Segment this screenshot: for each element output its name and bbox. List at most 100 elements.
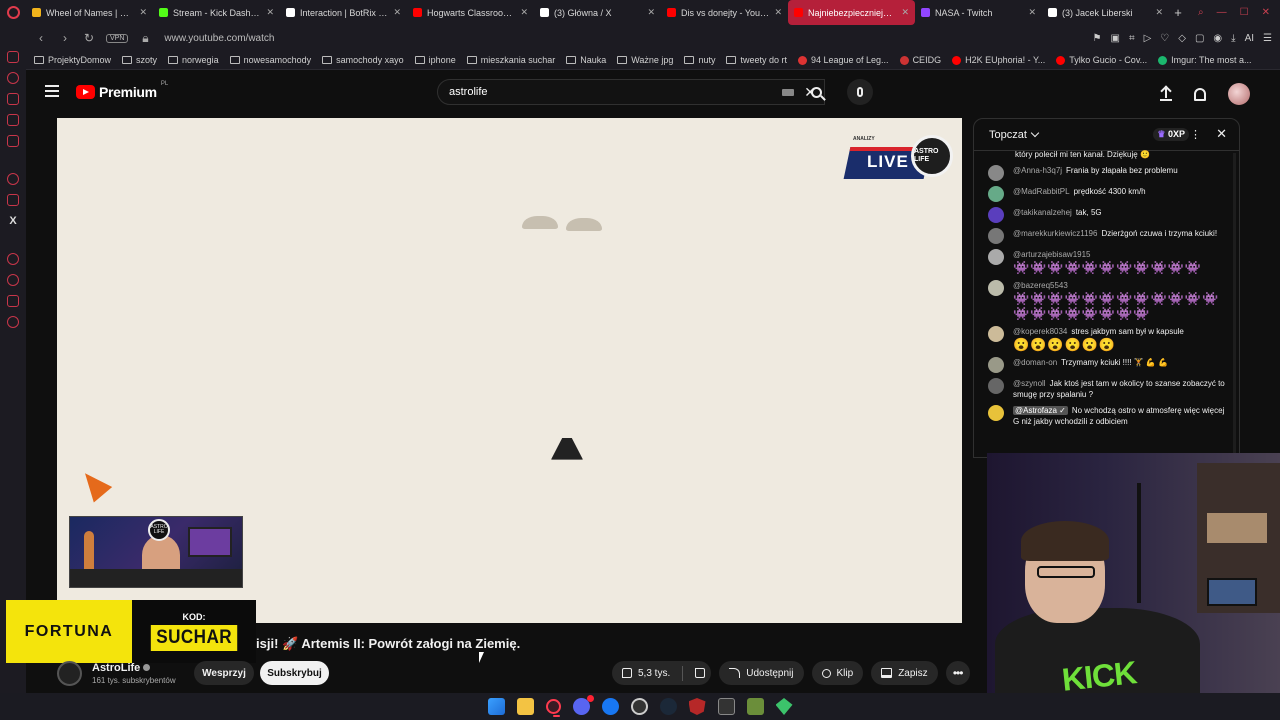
- sidebar-player-icon[interactable]: [7, 135, 19, 147]
- bookmark-item[interactable]: samochody xayo: [322, 55, 404, 65]
- sidebar-x-icon[interactable]: X: [9, 215, 16, 227]
- sidebar-wallet-icon[interactable]: [7, 93, 19, 105]
- easy-setup-icon[interactable]: ☰: [1263, 33, 1272, 44]
- clip-button[interactable]: Klip: [811, 661, 864, 685]
- bookmark-item[interactable]: iphone: [414, 55, 456, 65]
- minimize-button[interactable]: —: [1217, 7, 1227, 18]
- like-icon[interactable]: [622, 668, 632, 678]
- chat-author[interactable]: @szynoll: [1013, 379, 1046, 388]
- search-tabs-icon[interactable]: ⌕: [1198, 7, 1204, 18]
- minecraft-icon[interactable]: [746, 698, 764, 715]
- bookmark-page-icon[interactable]: ⚑: [1093, 33, 1102, 44]
- chat-avatar[interactable]: [988, 357, 1004, 373]
- close-chat-icon[interactable]: ✕: [1216, 126, 1227, 142]
- screenshot-icon[interactable]: ▢: [1195, 33, 1204, 44]
- play-icon[interactable]: ▷: [1144, 33, 1152, 44]
- reload-button[interactable]: ↻: [82, 31, 96, 45]
- support-button[interactable]: Wesprzyj: [194, 661, 254, 685]
- tab-close-icon[interactable]: ✕: [139, 7, 147, 18]
- chat-author[interactable]: @MadRabbitPL: [1013, 187, 1070, 196]
- sidebar-extensions-icon[interactable]: [7, 295, 19, 307]
- chat-mode-select[interactable]: Topczat: [989, 128, 1040, 141]
- browser-tab[interactable]: Wheel of Names | Random Name Picker ✕: [26, 0, 153, 25]
- chat-author[interactable]: @bazereq5543: [1013, 281, 1068, 290]
- opera-menu-icon[interactable]: [0, 0, 26, 25]
- shield-icon[interactable]: [688, 698, 706, 715]
- tab-close-icon[interactable]: ✕: [1155, 7, 1163, 18]
- browser-tab[interactable]: NASA - Twitch ✕: [915, 0, 1042, 25]
- channel-name[interactable]: AstroLife: [92, 662, 151, 674]
- sidebar-twitch-icon[interactable]: [7, 194, 19, 206]
- sidebar-messenger-icon[interactable]: [7, 51, 19, 63]
- menu-icon[interactable]: [45, 85, 59, 97]
- sidebar-history-icon[interactable]: [7, 72, 19, 84]
- tab-close-icon[interactable]: ✕: [774, 7, 782, 18]
- back-button[interactable]: ‹: [34, 31, 48, 45]
- terminal-icon[interactable]: [717, 698, 735, 715]
- bookmark-item[interactable]: 94 League of Leg...: [797, 55, 889, 65]
- bookmark-item[interactable]: mieszkania suchar: [466, 55, 555, 65]
- chat-avatar[interactable]: [988, 405, 1004, 421]
- tab-close-icon[interactable]: ✕: [1028, 7, 1036, 18]
- chat-avatar[interactable]: [988, 207, 1004, 223]
- browser-tab[interactable]: Interaction | BotRix — Cl ✕: [280, 0, 407, 25]
- chat-avatar[interactable]: [988, 280, 1004, 296]
- sidebar-clock-icon[interactable]: [7, 274, 19, 286]
- heart-icon[interactable]: ♡: [1160, 33, 1169, 44]
- gem-icon[interactable]: [775, 698, 793, 715]
- chat-author[interactable]: @takikanalzehej: [1013, 208, 1072, 217]
- chat-author[interactable]: @Astrofaza ✓: [1013, 406, 1068, 415]
- download-icon[interactable]: ⤓: [1231, 33, 1235, 44]
- sidebar-chatgpt-icon[interactable]: [7, 173, 19, 185]
- chat-avatar[interactable]: [988, 228, 1004, 244]
- chat-avatar[interactable]: [988, 165, 1004, 181]
- file-explorer-icon[interactable]: [516, 698, 534, 715]
- forward-button[interactable]: ›: [58, 31, 72, 45]
- more-actions-button[interactable]: •••: [945, 661, 970, 685]
- save-button[interactable]: Zapisz: [871, 661, 938, 685]
- bookmark-item[interactable]: szoty: [122, 55, 157, 65]
- browser-tab[interactable]: Dis vs donejty - YouTube ✕: [661, 0, 788, 25]
- voice-search-button[interactable]: [847, 79, 873, 105]
- tab-close-icon[interactable]: ✕: [520, 7, 528, 18]
- bookmark-item[interactable]: ProjektyDomow: [34, 55, 111, 65]
- facebook-icon[interactable]: [601, 698, 619, 715]
- search-input[interactable]: astrolife ✕: [437, 79, 825, 105]
- close-window-button[interactable]: ✕: [1262, 7, 1270, 18]
- browser-tab[interactable]: Stream - Kick Dashboard ✕: [153, 0, 280, 25]
- sidebar-pinboard-icon[interactable]: [7, 253, 19, 265]
- browser-tab[interactable]: (3) Główna / X ✕: [534, 0, 661, 25]
- account-icon[interactable]: ◉: [1213, 33, 1222, 44]
- bookmark-item[interactable]: nowesamochody: [229, 55, 311, 65]
- account-avatar[interactable]: [1228, 83, 1250, 105]
- bookmark-item[interactable]: H2K EUphoria! - Y...: [952, 55, 1045, 65]
- start-icon[interactable]: [487, 698, 505, 715]
- browser-tab[interactable]: Najniebezpieczniejszy ✕: [788, 0, 915, 25]
- keyboard-icon[interactable]: [782, 88, 795, 96]
- sidebar-settings-icon[interactable]: [7, 316, 19, 328]
- subscribe-button[interactable]: Subskrybuj: [260, 661, 329, 685]
- bookmark-item[interactable]: Imgur: The most a...: [1158, 55, 1252, 65]
- chat-author[interactable]: @arturzajebisaw1915: [1013, 250, 1091, 259]
- sidebar-news-icon[interactable]: [7, 114, 19, 126]
- chat-more-icon[interactable]: ⋮: [1190, 128, 1201, 141]
- discord-icon[interactable]: [572, 695, 594, 715]
- like-count[interactable]: 5,3 tys.: [638, 668, 670, 679]
- browser-tab[interactable]: (3) Jacek Liberski ✕: [1042, 0, 1169, 25]
- search-button[interactable]: [798, 79, 834, 105]
- youtube-logo[interactable]: Premium PL: [76, 81, 168, 100]
- chat-avatar[interactable]: [988, 326, 1004, 342]
- chat-avatar[interactable]: [988, 249, 1004, 265]
- vpn-badge[interactable]: VPN: [106, 33, 129, 43]
- aria-ai-button[interactable]: AI: [1245, 33, 1254, 44]
- upload-icon[interactable]: [1160, 87, 1172, 101]
- opera-gx-icon[interactable]: [545, 699, 561, 717]
- obs-icon[interactable]: [630, 698, 648, 715]
- tab-close-icon[interactable]: ✕: [393, 7, 401, 18]
- xp-badge[interactable]: ♛ 0XP: [1153, 128, 1189, 141]
- bookmark-item[interactable]: Nauka: [566, 55, 606, 65]
- notifications-icon[interactable]: [1194, 87, 1206, 101]
- bookmark-item[interactable]: nuty: [684, 55, 715, 65]
- tab-close-icon[interactable]: ✕: [266, 7, 274, 18]
- chat-author[interactable]: @doman-on: [1013, 358, 1057, 367]
